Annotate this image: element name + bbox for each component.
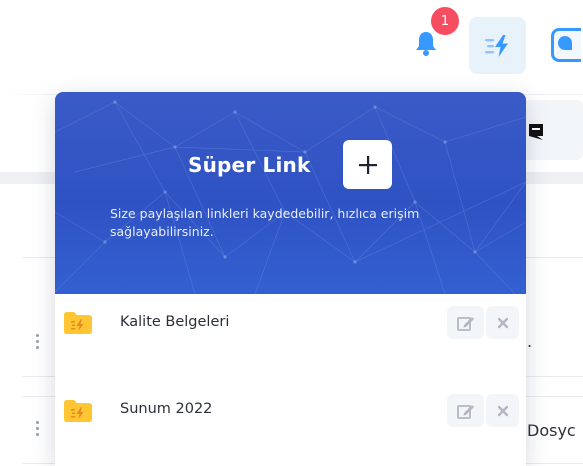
add-link-button[interactable]	[343, 140, 392, 189]
close-icon	[497, 317, 508, 328]
bell-icon[interactable]	[414, 30, 438, 58]
super-link-dropdown: Süper Link Size paylaşılan linkleri kayd…	[55, 92, 526, 466]
edit-button[interactable]	[447, 306, 484, 339]
user-menu-button[interactable]	[551, 28, 581, 62]
super-link-title: Süper Link	[188, 153, 311, 177]
close-icon	[497, 405, 508, 416]
item-label: Sunum 2022	[120, 401, 213, 417]
notification-badge: 1	[429, 5, 461, 37]
super-link-description: Size paylaşılan linkleri kaydedebilir, h…	[110, 206, 420, 239]
chat-icon[interactable]	[528, 123, 544, 141]
folder-bolt-icon	[64, 400, 92, 422]
plus-icon	[358, 155, 377, 174]
top-bar-fade	[0, 0, 60, 95]
user-icon	[558, 36, 572, 50]
edit-button[interactable]	[447, 394, 484, 427]
super-link-toggle-button[interactable]	[469, 17, 526, 74]
folder-bolt-icon	[64, 312, 92, 334]
delete-button[interactable]	[486, 306, 519, 339]
background-text-fragment: Dosyc	[527, 421, 576, 440]
row-menu-icon[interactable]	[36, 334, 40, 350]
item-label: Kalite Belgeleri	[120, 314, 230, 330]
edit-icon	[456, 316, 474, 331]
super-link-item[interactable]: Sunum 2022	[55, 382, 526, 442]
background-fragment: .	[527, 332, 533, 351]
super-link-header: Süper Link Size paylaşılan linkleri kayd…	[55, 92, 526, 294]
network-background-pattern	[55, 100, 526, 294]
row-menu-icon[interactable]	[36, 421, 40, 437]
delete-button[interactable]	[486, 394, 519, 427]
top-bar: 1	[0, 0, 583, 95]
edit-icon	[456, 404, 474, 419]
super-link-item[interactable]: Kalite Belgeleri	[55, 294, 526, 354]
bolt-lines-icon	[484, 34, 508, 57]
